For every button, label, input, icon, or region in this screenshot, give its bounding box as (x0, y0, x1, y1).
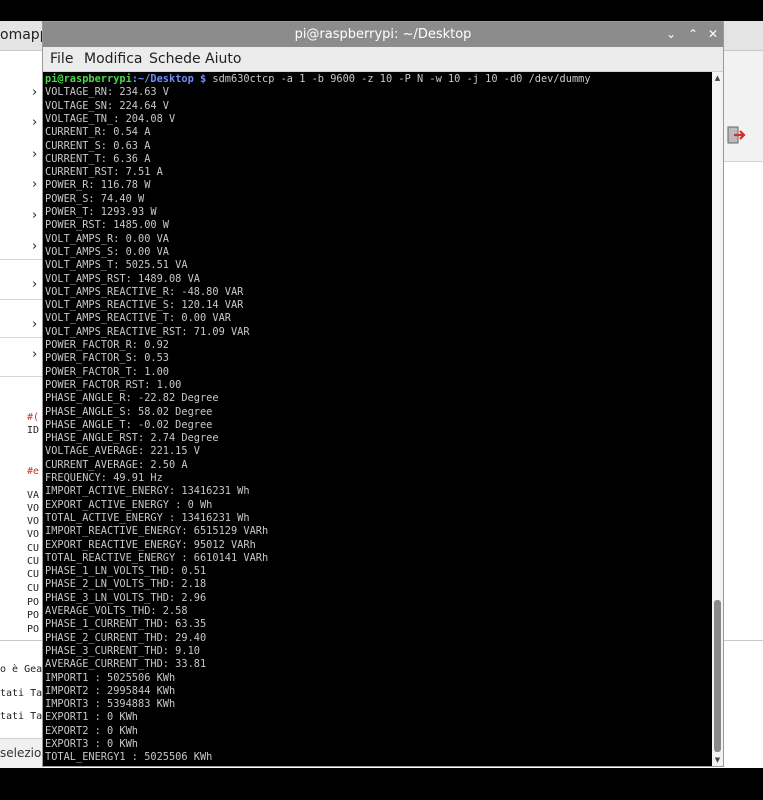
terminal-menubar: File Modifica Schede Aiuto (43, 47, 723, 72)
prompt-user-host: pi@raspberrypi (45, 73, 132, 85)
terminal-output-line: TOTAL_ENERGY1 : 5025506 KWh (45, 751, 213, 764)
terminal-output-line: POWER_S: 74.40 W (45, 192, 145, 205)
background-right-editor-area (723, 161, 763, 641)
tree-divider (0, 259, 44, 260)
terminal-output-line: VOLT_AMPS_RST: 1489.08 VA (45, 272, 200, 285)
terminal-output-line: PHASE_ANGLE_R: -22.82 Degree (45, 392, 219, 405)
terminal-output-line: POWER_RST: 1485.00 W (45, 219, 169, 232)
terminal-output-line: PHASE_ANGLE_RST: 2.74 Degree (45, 432, 219, 445)
background-code-editor[interactable]: #(ID #e VA VO VO VO CU CU CU CU PO PO PO (0, 391, 44, 641)
close-button[interactable]: ✕ (705, 26, 721, 42)
terminal-output-line: PHASE_1_CURRENT_THD: 63.35 (45, 618, 207, 631)
terminal-titlebar[interactable]: pi@raspberrypi: ~/Desktop ⌄ ⌃ ✕ (43, 22, 723, 47)
terminal-output-line: VOLT_AMPS_T: 5025.51 VA (45, 259, 188, 272)
terminal-output-line: CURRENT_RST: 7.51 A (45, 166, 163, 179)
terminal-output-line: AVERAGE_VOLTS_THD: 2.58 (45, 605, 188, 617)
tree-expand-chevron-icon[interactable]: › (32, 177, 37, 192)
terminal-output-line: PHASE_2_CURRENT_THD: 29.40 (45, 631, 207, 644)
terminal-output-line: EXPORT3 : 0 KWh (45, 738, 138, 750)
terminal-output-line: PHASE_1_LN_VOLTS_THD: 0.51 (45, 565, 207, 578)
menu-modifica[interactable]: Modifica (84, 51, 143, 67)
tree-expand-chevron-icon[interactable]: › (32, 147, 37, 162)
terminal-output-line: VOLTAGE_TN_: 204.08 V (45, 112, 176, 125)
terminal-output-line: IMPORT3 : 5394883 KWh (45, 698, 176, 711)
terminal-output-line: VOLT_AMPS_S: 0.00 VA (45, 245, 169, 258)
terminal-output-line: PHASE_3_CURRENT_THD: 9.10 (45, 644, 200, 657)
terminal-output-line: IMPORT_ACTIVE_ENERGY: 13416231 Wh (45, 485, 250, 498)
terminal-prompt-line: pi@raspberrypi:~/Desktop $ sdm630ctcp -a… (45, 73, 591, 86)
terminal-output-line: PHASE_2_LN_VOLTS_THD: 2.18 (45, 578, 207, 591)
tree-divider (0, 337, 44, 338)
output-line: tati Tab (0, 711, 44, 722)
terminal-output-line: PHASE_ANGLE_T: -0.02 Degree (45, 418, 213, 431)
terminal-output-line: FREQUENCY: 49.91 Hz (45, 472, 163, 484)
tree-expand-chevron-icon[interactable]: › (32, 347, 37, 362)
menu-schede[interactable]: Schede (149, 51, 201, 67)
terminal-output-line: CURRENT_T: 6.36 A (45, 152, 151, 165)
tree-expand-chevron-icon[interactable]: › (32, 208, 37, 223)
scroll-up-arrow[interactable]: ▲ (712, 72, 723, 84)
terminal-output-line: EXPORT_REACTIVE_ENERGY: 95012 VARh (45, 538, 256, 551)
terminal-output-line: VOLTAGE_RN: 234.63 V (45, 86, 169, 99)
background-tree-panel: › › › › › › › › › (0, 51, 44, 411)
terminal-output-line: POWER_FACTOR_T: 1.00 (45, 365, 169, 378)
terminal-output-line: VOLT_AMPS_REACTIVE_R: -48.80 VAR (45, 285, 244, 298)
background-status-bar: selezion (0, 738, 49, 769)
exit-icon[interactable] (726, 125, 746, 145)
terminal-output-line: TOTAL_REACTIVE_ENERGY : 6610141 VARh (45, 551, 269, 564)
background-right-output-area (723, 640, 763, 769)
maximize-button[interactable]: ⌃ (685, 26, 701, 42)
tree-expand-chevron-icon[interactable]: › (32, 239, 37, 254)
prompt-path: :~/Desktop $ (131, 73, 207, 85)
terminal-scrollbar[interactable]: ▲ ▼ (712, 72, 723, 766)
bottom-screen-edge (0, 768, 763, 800)
terminal-output-line: AVERAGE_CURRENT_THD: 33.81 (45, 658, 207, 671)
terminal-output-line: POWER_FACTOR_S: 0.53 (45, 352, 169, 365)
terminal-output-line: POWER_R: 116.78 W (45, 179, 151, 192)
terminal-output-line: POWER_FACTOR_R: 0.92 (45, 339, 169, 351)
tree-expand-chevron-icon[interactable]: › (32, 317, 37, 332)
terminal-output-line: VOLT_AMPS_REACTIVE_S: 120.14 VAR (45, 299, 244, 312)
terminal-output-line: IMPORT_REACTIVE_ENERGY: 6515129 VARh (45, 525, 269, 538)
tree-expand-chevron-icon[interactable]: › (32, 115, 37, 130)
terminal-title: pi@raspberrypi: ~/Desktop (294, 27, 472, 42)
tree-expand-chevron-icon[interactable]: › (32, 85, 37, 100)
terminal-output-line: VOLTAGE_AVERAGE: 221.15 V (45, 445, 200, 458)
terminal-output-line: EXPORT_ACTIVE_ENERGY : 0 Wh (45, 498, 213, 511)
terminal-output-line: PHASE_ANGLE_S: 58.02 Degree (45, 405, 213, 418)
output-line: tati Tab (0, 688, 44, 699)
menu-file[interactable]: File (50, 51, 73, 67)
terminal-output-line: VOLT_AMPS_R: 0.00 VA (45, 232, 169, 245)
menu-aiuto[interactable]: Aiuto (205, 51, 241, 67)
terminal-output-area[interactable]: pi@raspberrypi:~/Desktop $ sdm630ctcp -a… (43, 72, 712, 766)
terminal-output-line: VOLTAGE_SN: 224.64 V (45, 99, 169, 112)
tree-divider (0, 376, 44, 377)
top-screen-edge (0, 0, 763, 21)
scroll-down-arrow[interactable]: ▼ (712, 754, 723, 766)
terminal-output-line: CURRENT_S: 0.63 A (45, 139, 151, 152)
tree-divider (0, 299, 44, 300)
terminal-output-line: EXPORT1 : 0 KWh (45, 711, 138, 724)
terminal-output-line: IMPORT2 : 2995844 KWh (45, 684, 176, 697)
prompt-command: sdm630ctcp -a 1 -b 9600 -z 10 -P N -w 10… (206, 73, 591, 85)
terminal-output-line: VOLT_AMPS_REACTIVE_RST: 71.09 VAR (45, 325, 250, 338)
terminal-output-line: EXPORT2 : 0 KWh (45, 724, 138, 737)
scrollbar-thumb[interactable] (714, 600, 721, 752)
terminal-output-line: POWER_T: 1293.93 W (45, 206, 157, 218)
terminal-window: pi@raspberrypi: ~/Desktop ⌄ ⌃ ✕ File Mod… (42, 21, 724, 767)
minimize-button[interactable]: ⌄ (663, 26, 679, 42)
terminal-output-line: POWER_FACTOR_RST: 1.00 (45, 378, 182, 391)
tree-expand-chevron-icon[interactable]: › (32, 277, 37, 292)
terminal-output-line: IMPORT1 : 5025506 KWh (45, 671, 176, 684)
output-line: o è Gear (0, 664, 44, 675)
terminal-output-line: PHASE_3_LN_VOLTS_THD: 2.96 (45, 591, 207, 604)
terminal-output-line: CURRENT_AVERAGE: 2.50 A (45, 458, 188, 471)
terminal-output-line: CURRENT_R: 0.54 A (45, 126, 151, 139)
terminal-output-line: TOTAL_ACTIVE_ENERGY : 13416231 Wh (45, 511, 250, 524)
terminal-output-line: VOLT_AMPS_REACTIVE_T: 0.00 VAR (45, 312, 231, 325)
